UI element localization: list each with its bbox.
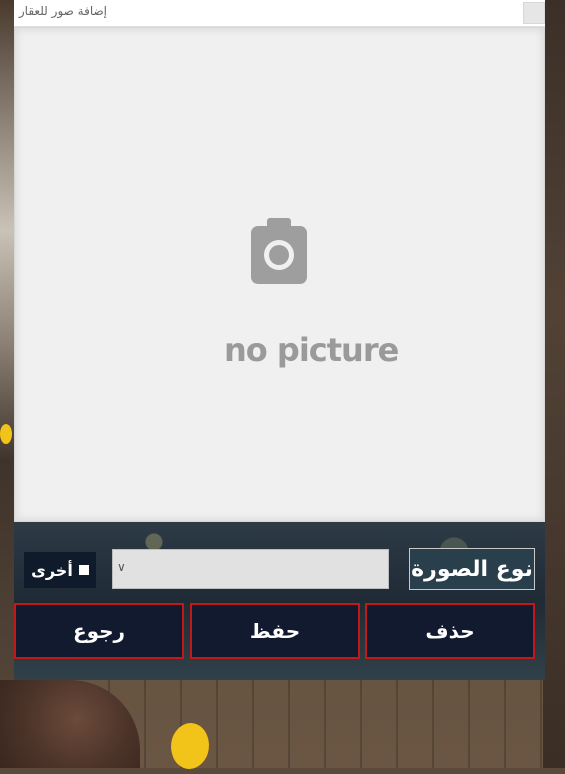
no-picture-text: no picture <box>224 331 399 369</box>
add-property-photos-window: إضافة صور للعقار no picture أخرى ∨ نوع ا… <box>14 0 545 680</box>
background-left-edge <box>0 0 14 768</box>
save-button[interactable]: حفظ <box>190 603 360 659</box>
photo-type-select[interactable]: ∨ <box>112 549 389 589</box>
background-flower-petal-small <box>0 424 12 444</box>
delete-button[interactable]: حذف <box>365 603 535 659</box>
window-control-button[interactable] <box>523 2 545 24</box>
window-title: إضافة صور للعقار <box>18 4 107 18</box>
checkbox-square[interactable] <box>78 565 89 575</box>
chevron-down-icon[interactable]: ∨ <box>117 560 126 574</box>
title-bar: إضافة صور للعقار <box>14 0 545 27</box>
background-right-edge <box>543 0 565 768</box>
controls-panel: أخرى ∨ نوع الصورة رجوع حفظ حذف <box>14 522 545 680</box>
picture-box[interactable]: no picture <box>14 27 545 522</box>
back-button[interactable]: رجوع <box>14 603 184 659</box>
photo-type-label: نوع الصورة <box>409 548 535 590</box>
camera-icon <box>251 218 307 284</box>
other-label: أخرى <box>31 560 73 580</box>
other-checkbox[interactable]: أخرى <box>24 552 96 588</box>
